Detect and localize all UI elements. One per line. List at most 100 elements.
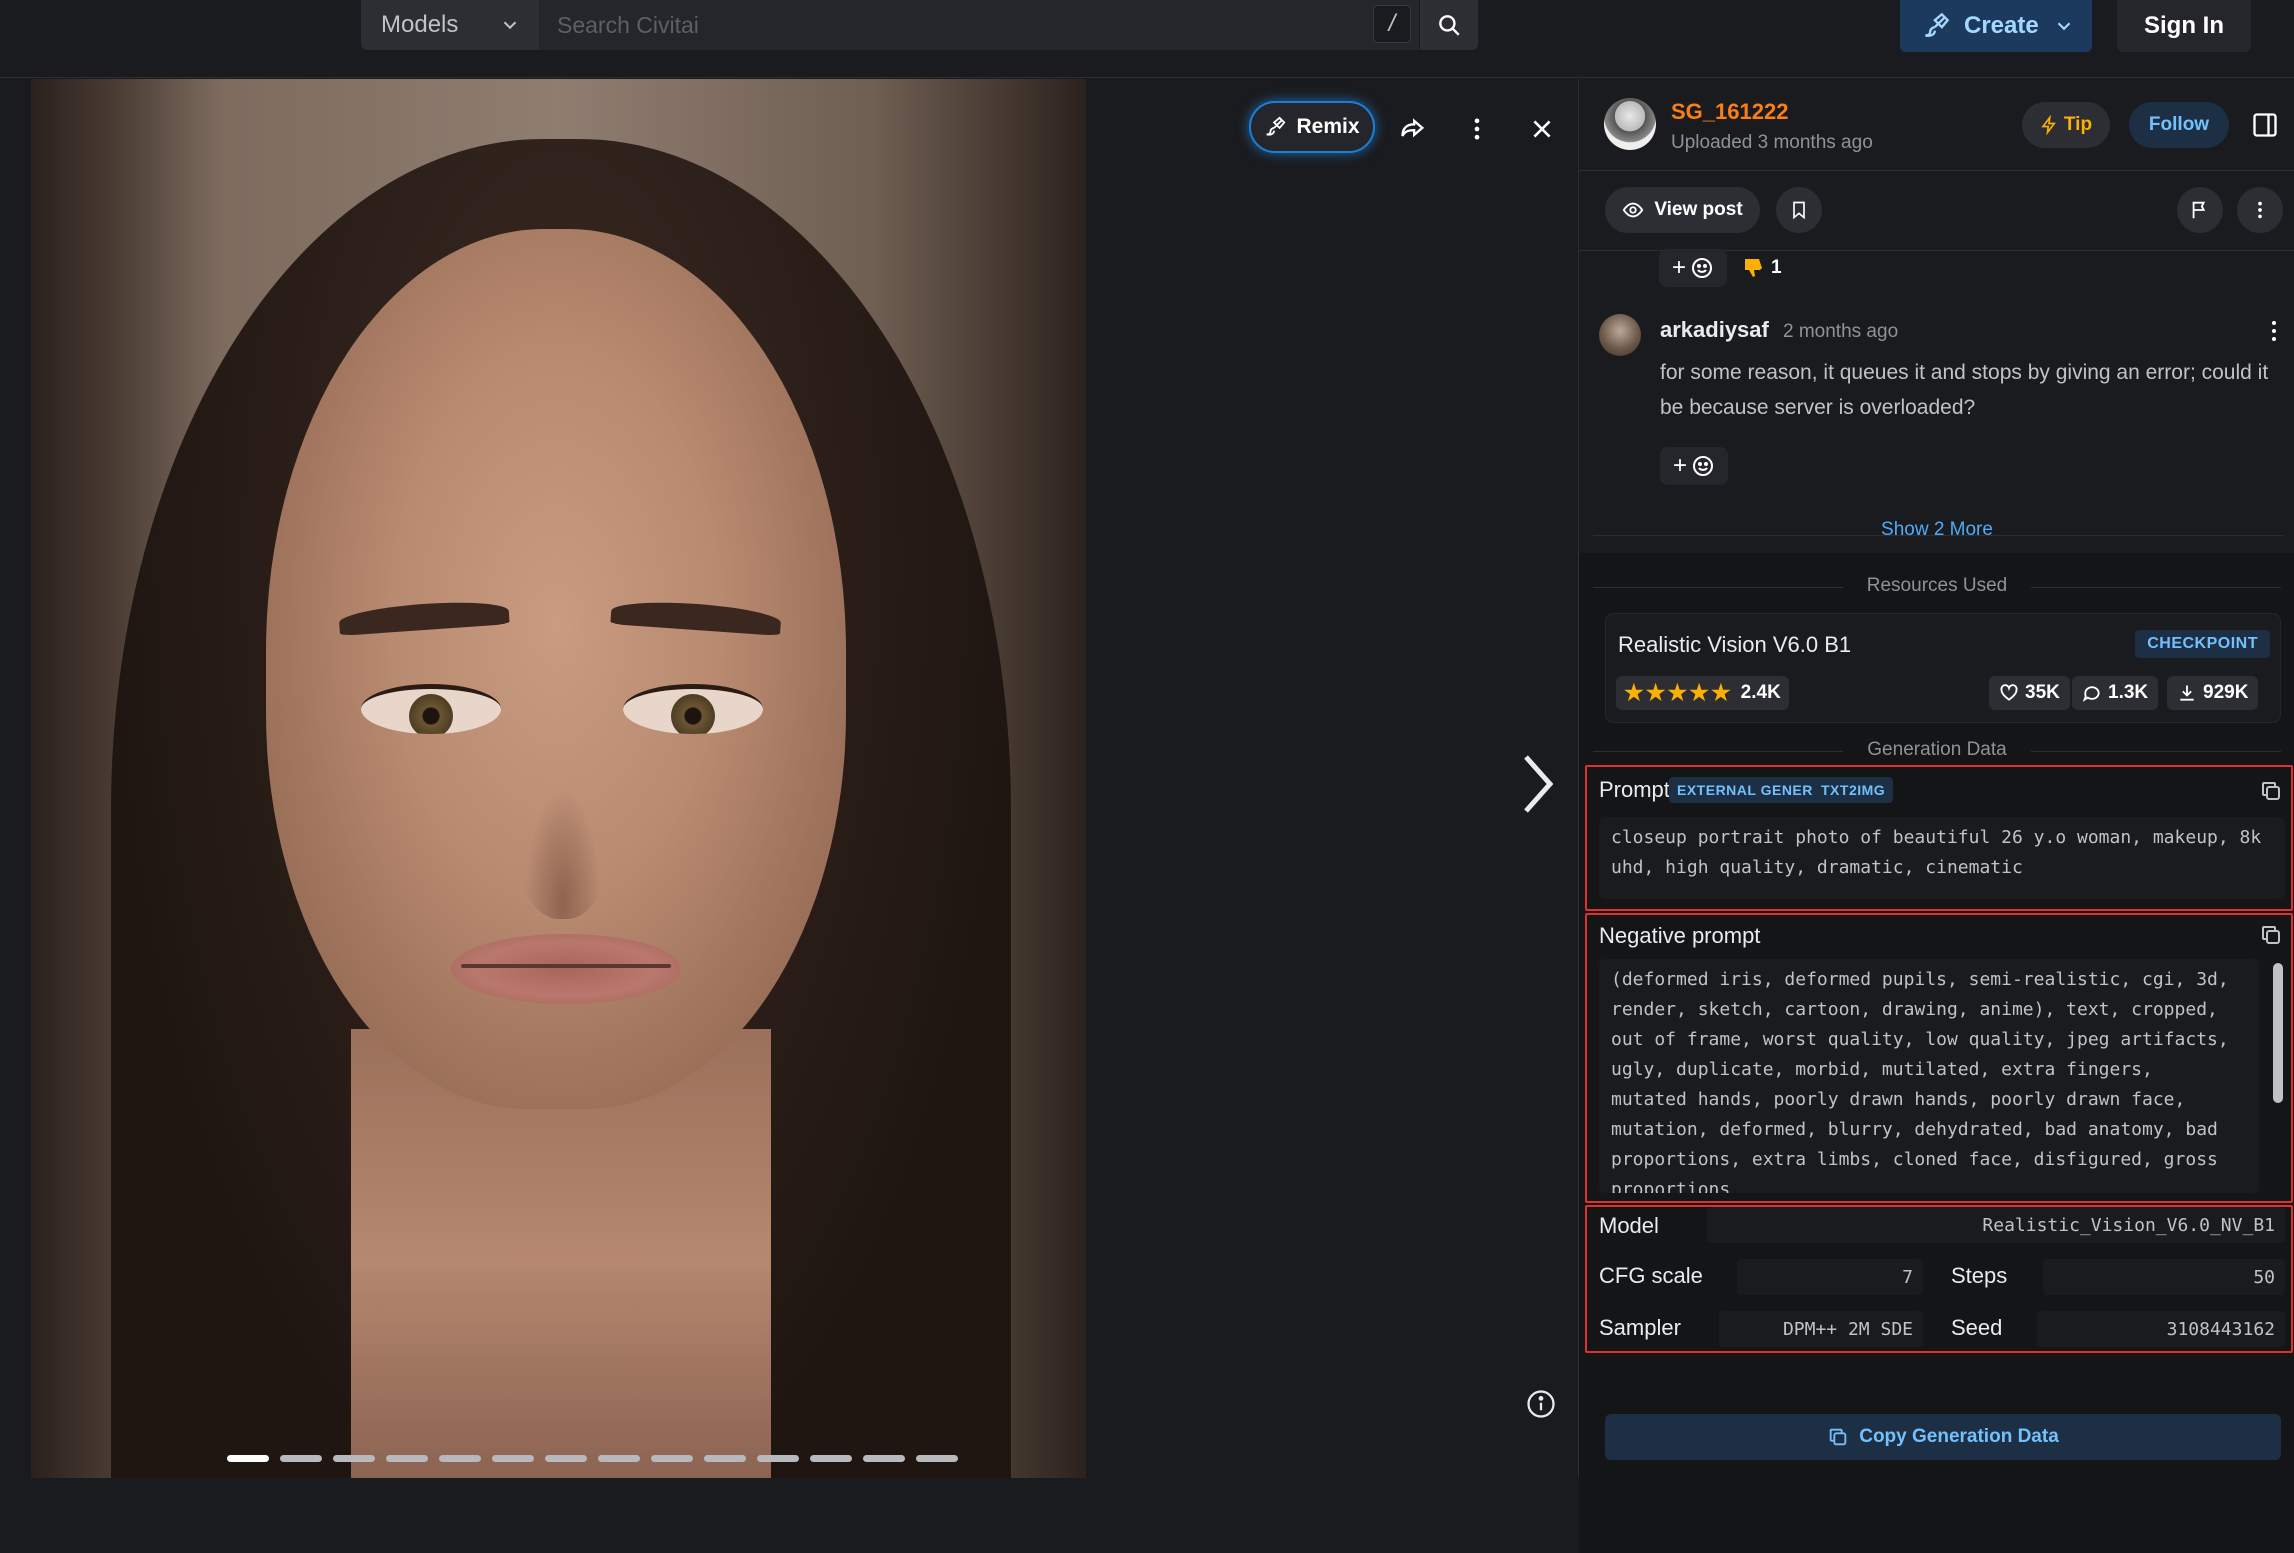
generation-params-box: Model Realistic_Vision_V6.0_NV_B1 CFG sc… bbox=[1585, 1205, 2293, 1353]
dots-vertical-icon[interactable] bbox=[2269, 319, 2279, 343]
bolt-icon bbox=[2041, 115, 2056, 135]
models-select-label: Models bbox=[381, 11, 459, 38]
comments-count: 1.3K bbox=[2108, 682, 2149, 703]
star-icon: ★ bbox=[1645, 680, 1666, 705]
copy-generation-label: Copy Generation Data bbox=[1859, 1426, 2059, 1447]
comment-avatar[interactable] bbox=[1599, 314, 1641, 356]
likes-count: 35K bbox=[2025, 682, 2060, 703]
slide-dot[interactable] bbox=[651, 1455, 693, 1462]
post-header: SG_161222 Uploaded 3 months ago Tip Foll… bbox=[1579, 79, 2294, 171]
thumbs-down-reaction[interactable]: 1 bbox=[1741, 256, 1782, 280]
slide-dot[interactable] bbox=[492, 1455, 534, 1462]
seed-value: 3108443162 bbox=[2037, 1311, 2285, 1347]
slide-dot[interactable] bbox=[757, 1455, 799, 1462]
user-avatar[interactable] bbox=[1604, 98, 1656, 150]
copy-icon[interactable] bbox=[2259, 923, 2283, 947]
brush-icon bbox=[1925, 12, 1950, 37]
smiley-icon bbox=[1693, 456, 1713, 476]
models-select[interactable]: Models bbox=[361, 0, 539, 50]
negative-prompt-box: Negative prompt (deformed iris, deformed… bbox=[1585, 913, 2293, 1203]
post-more-button[interactable] bbox=[2237, 187, 2283, 233]
star-icon: ★ bbox=[1624, 680, 1644, 705]
comment-text: for some reason, it queues it and stops … bbox=[1660, 361, 2269, 419]
remix-button[interactable]: Remix bbox=[1249, 101, 1375, 153]
download-icon bbox=[2180, 685, 2194, 701]
search-shortcut-key: / bbox=[1373, 5, 1411, 43]
image-viewer: Remix bbox=[0, 79, 1578, 1478]
more-options-button[interactable] bbox=[1455, 107, 1499, 151]
cfg-scale-label: CFG scale bbox=[1599, 1263, 1703, 1288]
tip-button[interactable]: Tip bbox=[2022, 102, 2110, 148]
close-button[interactable] bbox=[1520, 107, 1564, 151]
slide-dot[interactable] bbox=[704, 1455, 746, 1462]
downloads-count: 929K bbox=[2203, 682, 2249, 703]
search-input[interactable]: Search Civitai bbox=[539, 0, 1419, 50]
downloads-stat: 929K bbox=[2167, 676, 2259, 710]
share-icon bbox=[1401, 118, 1425, 138]
chevron-down-icon bbox=[2057, 22, 2070, 31]
slide-dot[interactable] bbox=[386, 1455, 428, 1462]
sign-in-button[interactable]: Sign In bbox=[2117, 0, 2251, 52]
slide-dot[interactable] bbox=[280, 1455, 322, 1462]
slide-dot[interactable] bbox=[810, 1455, 852, 1462]
generation-data-title: Generation Data bbox=[1867, 739, 2007, 760]
show-more-comments-link[interactable]: Show 2 More bbox=[1579, 519, 2294, 541]
follow-button[interactable]: Follow bbox=[2129, 102, 2229, 148]
thumbs-down-count: 1 bbox=[1771, 257, 1782, 278]
slide-dot[interactable] bbox=[333, 1455, 375, 1462]
info-icon[interactable] bbox=[1526, 1389, 1556, 1419]
bookmark-button[interactable] bbox=[1776, 187, 1822, 233]
photo-eye-left bbox=[361, 684, 501, 734]
sampler-value: DPM++ 2M SDE bbox=[1719, 1311, 1923, 1347]
star-rating: ★ ★ ★ ★ ★ bbox=[1624, 680, 1731, 706]
comments-stat: 1.3K bbox=[2072, 676, 2159, 710]
txt2img-tag: TXT2IMG bbox=[1813, 777, 1894, 803]
add-reaction-button[interactable]: + bbox=[1659, 249, 1727, 287]
add-reaction-button[interactable]: + bbox=[1660, 447, 1728, 485]
resources-section: Resources Used Realistic Vision V6.0 B1 … bbox=[1579, 553, 2294, 1553]
tip-label: Tip bbox=[2063, 114, 2093, 135]
close-icon bbox=[1533, 120, 1551, 138]
sidebar-toggle-icon[interactable] bbox=[2251, 111, 2279, 139]
slide-indicator bbox=[227, 1455, 958, 1462]
slide-dot[interactable] bbox=[916, 1455, 958, 1462]
post-actions: View post bbox=[1579, 171, 2294, 251]
photo-nose bbox=[518, 769, 608, 919]
share-button[interactable] bbox=[1391, 107, 1435, 151]
username-link[interactable]: SG_161222 bbox=[1671, 99, 1788, 125]
resource-name: Realistic Vision V6.0 B1 bbox=[1618, 632, 1852, 657]
copy-icon bbox=[1829, 1428, 1847, 1446]
details-panel: SG_161222 Uploaded 3 months ago Tip Foll… bbox=[1578, 79, 2294, 1553]
steps-value: 50 bbox=[2043, 1259, 2285, 1295]
copy-icon[interactable] bbox=[2259, 779, 2283, 803]
reaction-bar: + 1 bbox=[1659, 249, 1782, 287]
view-post-button[interactable]: View post bbox=[1605, 187, 1760, 233]
slide-dot[interactable] bbox=[863, 1455, 905, 1462]
create-button[interactable]: Create bbox=[1900, 0, 2092, 52]
copy-generation-data-button[interactable]: Copy Generation Data bbox=[1605, 1414, 2281, 1460]
top-navigation-bar: Models Search Civitai / Create Sign In bbox=[0, 0, 2294, 78]
chevron-down-icon bbox=[503, 21, 517, 30]
plus-icon: + bbox=[1672, 452, 1687, 479]
next-image-arrow[interactable] bbox=[1518, 749, 1558, 819]
model-value: Realistic_Vision_V6.0_NV_B1 bbox=[1707, 1207, 2285, 1243]
search-placeholder: Search Civitai bbox=[557, 11, 699, 38]
eye-icon bbox=[1623, 202, 1644, 218]
search-button[interactable] bbox=[1420, 0, 1478, 50]
slide-dot[interactable] bbox=[545, 1455, 587, 1462]
portrait-photo bbox=[31, 79, 1086, 1478]
negative-prompt-text: (deformed iris, deformed pupils, semi-re… bbox=[1599, 959, 2259, 1193]
negative-prompt-scrollbar[interactable] bbox=[2273, 963, 2283, 1103]
report-button[interactable] bbox=[2177, 187, 2223, 233]
resource-card[interactable]: Realistic Vision V6.0 B1 CHECKPOINT ★ ★ ★ ★… bbox=[1605, 613, 2281, 723]
photo-lip-line bbox=[461, 964, 671, 968]
bookmark-icon bbox=[1793, 201, 1805, 220]
comment-time: 2 months ago bbox=[1783, 321, 1899, 342]
resource-type-badge: CHECKPOINT bbox=[2135, 630, 2270, 658]
resources-title: Resources Used bbox=[1866, 575, 2008, 596]
slide-dot[interactable] bbox=[439, 1455, 481, 1462]
view-post-label: View post bbox=[1654, 199, 1743, 220]
slide-dot[interactable] bbox=[227, 1455, 269, 1462]
comment-username[interactable]: arkadiysaf bbox=[1660, 317, 1769, 343]
slide-dot[interactable] bbox=[598, 1455, 640, 1462]
